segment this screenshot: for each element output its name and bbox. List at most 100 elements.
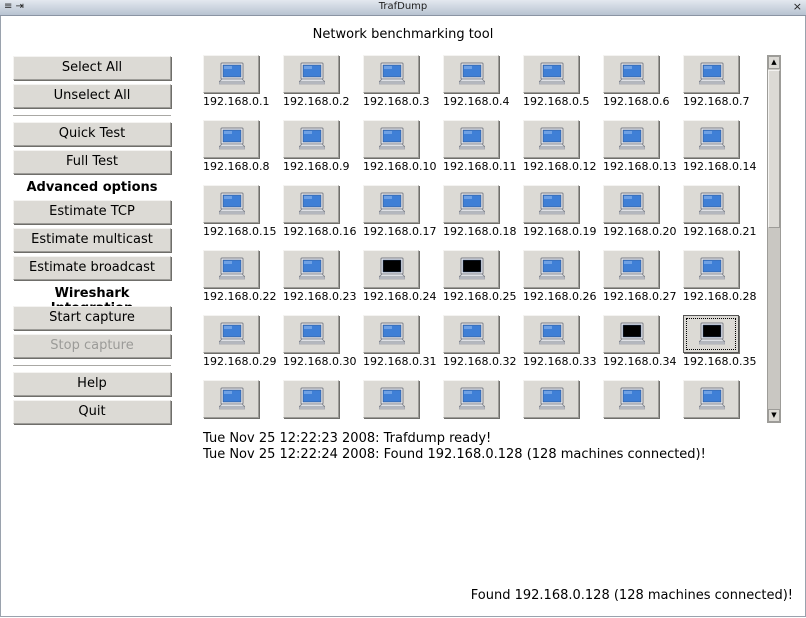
machine-tile[interactable]: 192.168.0.18 [443,185,523,238]
machine-tile[interactable]: 192.168.0.15 [203,185,283,238]
machine-button[interactable] [603,185,659,223]
machine-button[interactable] [683,55,739,93]
machine-button[interactable] [203,120,259,158]
machine-button[interactable] [363,55,419,93]
full-test-button[interactable]: Full Test [13,150,171,174]
machine-button[interactable] [443,120,499,158]
machine-tile[interactable] [203,380,283,420]
machine-button[interactable] [443,55,499,93]
machine-tile[interactable]: 192.168.0.12 [523,120,603,173]
machine-button[interactable] [203,380,259,418]
scroll-up-icon[interactable]: ▲ [768,56,780,69]
machine-button[interactable] [203,250,259,288]
machine-tile[interactable]: 192.168.0.16 [283,185,363,238]
machine-button[interactable] [603,380,659,418]
machine-button[interactable] [363,120,419,158]
machine-button[interactable] [443,185,499,223]
machine-tile[interactable] [283,380,363,420]
machine-button[interactable] [363,380,419,418]
machine-tile[interactable]: 192.168.0.3 [363,55,443,108]
select-all-button[interactable]: Select All [13,56,171,80]
machine-tile[interactable]: 192.168.0.34 [603,315,683,368]
machine-tile[interactable] [683,380,763,420]
scroll-down-icon[interactable]: ▼ [768,409,780,422]
machine-button[interactable] [523,120,579,158]
machine-button[interactable] [603,315,659,353]
machine-button[interactable] [443,315,499,353]
machine-tile[interactable]: 192.168.0.11 [443,120,523,173]
machine-tile[interactable]: 192.168.0.5 [523,55,603,108]
machine-button[interactable] [523,55,579,93]
machine-tile[interactable]: 192.168.0.30 [283,315,363,368]
vertical-scrollbar[interactable]: ▲ ▼ [767,55,781,423]
machine-tile[interactable] [363,380,443,420]
machine-tile[interactable] [603,380,683,420]
machine-button[interactable] [683,315,739,353]
machine-tile[interactable]: 192.168.0.25 [443,250,523,303]
machine-button[interactable] [603,120,659,158]
machine-button[interactable] [363,315,419,353]
close-icon[interactable]: × [793,0,802,13]
machine-button[interactable] [443,380,499,418]
machine-tile[interactable]: 192.168.0.17 [363,185,443,238]
machine-tile[interactable]: 192.168.0.1 [203,55,283,108]
machine-tile[interactable]: 192.168.0.13 [603,120,683,173]
scrollbar-thumb[interactable] [768,70,780,228]
machine-tile[interactable] [443,380,523,420]
machine-button[interactable] [283,185,339,223]
machine-tile[interactable]: 192.168.0.20 [603,185,683,238]
machine-tile[interactable]: 192.168.0.22 [203,250,283,303]
help-button[interactable]: Help [13,372,171,396]
machine-tile[interactable]: 192.168.0.19 [523,185,603,238]
machine-tile[interactable]: 192.168.0.32 [443,315,523,368]
machine-tile[interactable]: 192.168.0.31 [363,315,443,368]
machine-tile[interactable]: 192.168.0.6 [603,55,683,108]
machine-button[interactable] [683,380,739,418]
title-bar[interactable]: ≡ ⇥ TrafDump × [0,0,806,16]
estimate-broadcast-button[interactable]: Estimate broadcast [13,256,171,280]
machine-button[interactable] [203,55,259,93]
machine-button[interactable] [363,250,419,288]
estimate-tcp-button[interactable]: Estimate TCP [13,200,171,224]
machine-button[interactable] [283,250,339,288]
machine-button[interactable] [443,250,499,288]
machine-button[interactable] [523,315,579,353]
machine-button[interactable] [523,380,579,418]
machine-tile[interactable]: 192.168.0.7 [683,55,763,108]
machine-button[interactable] [283,380,339,418]
machine-tile[interactable]: 192.168.0.4 [443,55,523,108]
machine-tile[interactable]: 192.168.0.29 [203,315,283,368]
machine-tile[interactable]: 192.168.0.8 [203,120,283,173]
machine-button[interactable] [683,250,739,288]
machine-button[interactable] [203,185,259,223]
machine-button[interactable] [683,185,739,223]
machine-button[interactable] [523,250,579,288]
machine-tile[interactable]: 192.168.0.27 [603,250,683,303]
machine-tile[interactable]: 192.168.0.26 [523,250,603,303]
machine-tile[interactable]: 192.168.0.2 [283,55,363,108]
machine-tile[interactable]: 192.168.0.9 [283,120,363,173]
machine-button[interactable] [283,55,339,93]
unselect-all-button[interactable]: Unselect All [13,84,171,108]
machine-button[interactable] [523,185,579,223]
machine-button[interactable] [363,185,419,223]
machine-button[interactable] [603,250,659,288]
estimate-multicast-button[interactable]: Estimate multicast [13,228,171,252]
machine-button[interactable] [683,120,739,158]
start-capture-button[interactable]: Start capture [13,306,171,330]
machine-button[interactable] [283,315,339,353]
quit-button[interactable]: Quit [13,400,171,424]
machine-tile[interactable] [523,380,603,420]
machine-tile[interactable]: 192.168.0.28 [683,250,763,303]
machine-tile[interactable]: 192.168.0.24 [363,250,443,303]
machine-tile[interactable]: 192.168.0.10 [363,120,443,173]
quick-test-button[interactable]: Quick Test [13,122,171,146]
machine-button[interactable] [283,120,339,158]
machine-button[interactable] [603,55,659,93]
machine-tile[interactable]: 192.168.0.21 [683,185,763,238]
machine-button[interactable] [203,315,259,353]
machine-tile[interactable]: 192.168.0.35 [683,315,763,368]
machine-tile[interactable]: 192.168.0.33 [523,315,603,368]
machine-tile[interactable]: 192.168.0.14 [683,120,763,173]
machine-tile[interactable]: 192.168.0.23 [283,250,363,303]
